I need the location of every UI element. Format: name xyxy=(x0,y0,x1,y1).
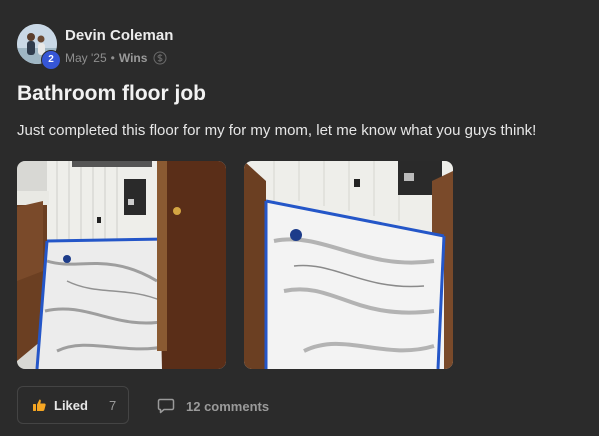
bathroom-floor-photo-doorway[interactable] xyxy=(17,161,226,369)
like-control: Liked 7 xyxy=(17,386,129,424)
thumbs-up-icon xyxy=(32,398,47,413)
comment-bubble-icon xyxy=(157,397,175,415)
level-badge: 2 xyxy=(41,50,61,70)
comments-label: 12 comments xyxy=(186,398,270,414)
comments-button[interactable]: 12 comments xyxy=(157,397,269,415)
post-date[interactable]: May '25 xyxy=(65,51,107,65)
like-count[interactable]: 7 xyxy=(109,398,116,413)
like-button[interactable]: Liked xyxy=(18,387,88,423)
post-title[interactable]: Bathroom floor job xyxy=(17,82,206,106)
author-name[interactable]: Devin Coleman xyxy=(65,27,173,44)
dollar-icon xyxy=(153,51,167,65)
post-body: Just completed this floor for my for my … xyxy=(17,122,537,139)
post-category[interactable]: Wins xyxy=(119,51,148,65)
post-meta: May '25 • Wins xyxy=(65,50,167,66)
bathroom-floor-photo-corner[interactable] xyxy=(244,161,453,369)
post-card: 2 Devin Coleman May '25 • Wins Bathroom … xyxy=(0,0,599,436)
author-avatar[interactable]: 2 xyxy=(17,24,61,70)
meta-separator: • xyxy=(110,51,115,65)
like-label: Liked xyxy=(54,397,88,413)
